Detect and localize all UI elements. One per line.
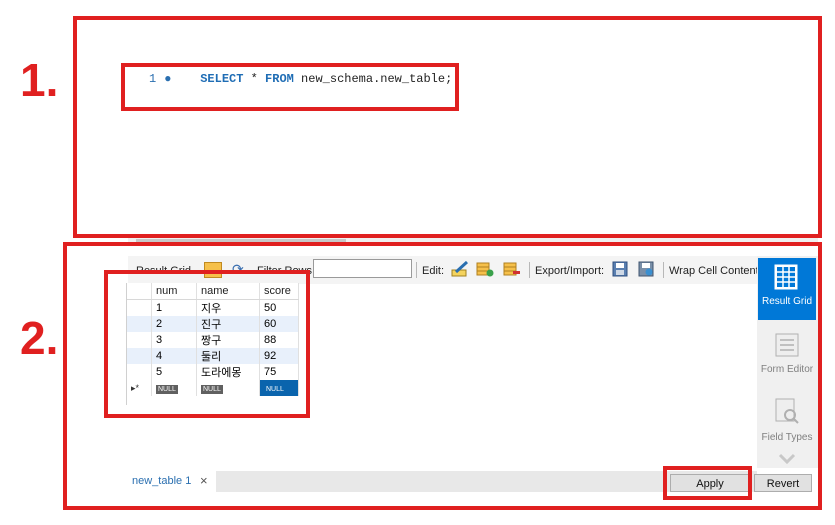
annotation-box-apply	[663, 466, 752, 500]
annotation-box-query	[121, 63, 459, 111]
annotation-box-grid	[104, 270, 310, 418]
step-2-label: 2.	[20, 312, 59, 364]
annotation-box-editor	[73, 16, 822, 238]
step-1-label: 1.	[20, 54, 59, 106]
